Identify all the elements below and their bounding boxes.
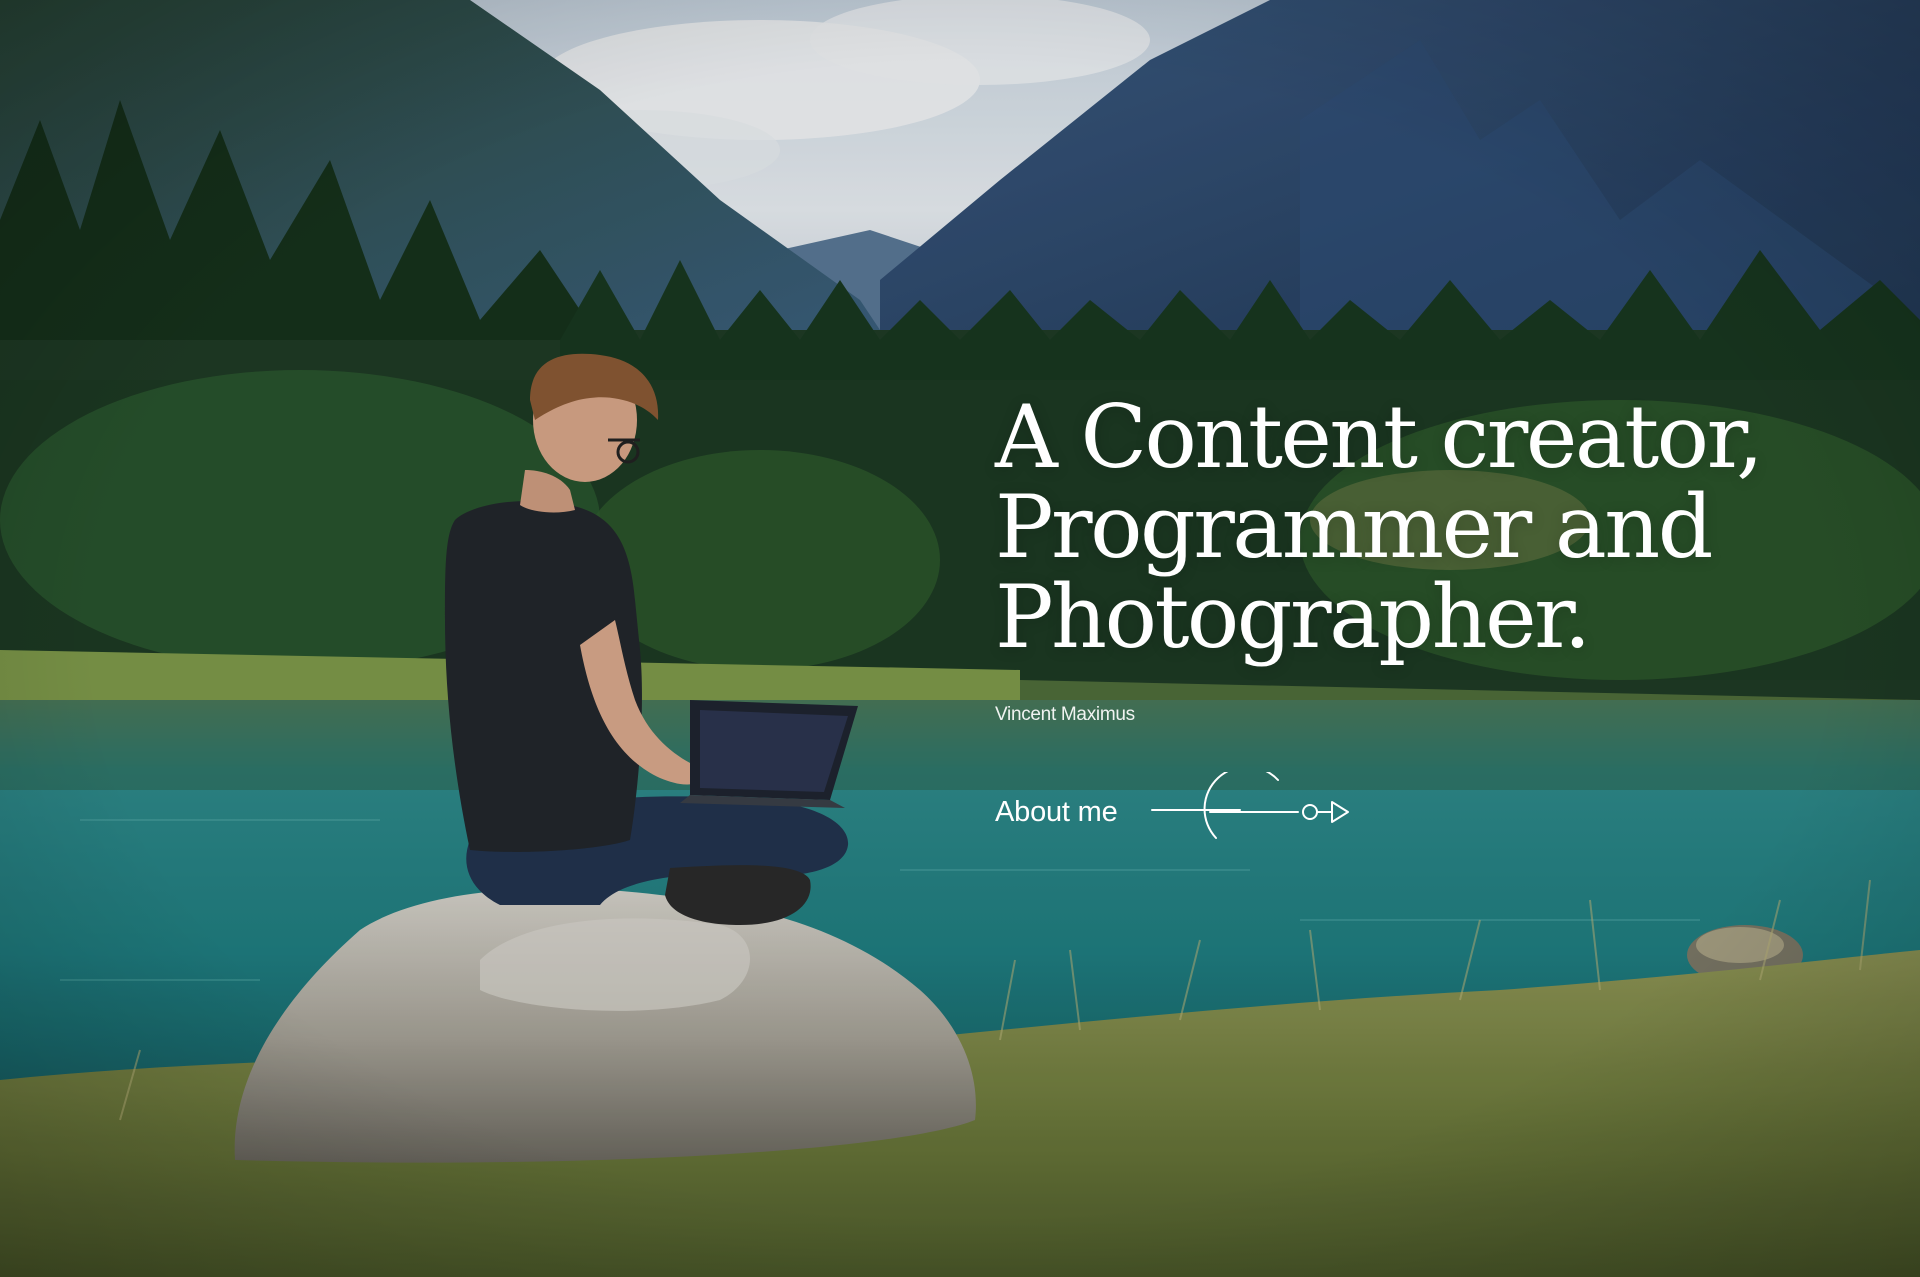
author-name: Vincent Maximus <box>995 704 1135 725</box>
hero-section: A Content creator, Programmer and Photog… <box>0 0 1920 1277</box>
headline-line-2: Programmer and <box>995 476 1713 578</box>
hero-headline: A Content creator, Programmer and Photog… <box>995 386 1764 668</box>
about-me-link[interactable]: About me <box>995 772 1350 852</box>
headline-line-3: Photographer. <box>995 566 1591 668</box>
hero-content: A Content creator, Programmer and Photog… <box>995 386 1764 852</box>
circle-arrow-right-icon <box>1150 772 1349 839</box>
headline-line-1: A Content creator, <box>995 386 1764 488</box>
about-me-label: About me <box>995 795 1118 828</box>
